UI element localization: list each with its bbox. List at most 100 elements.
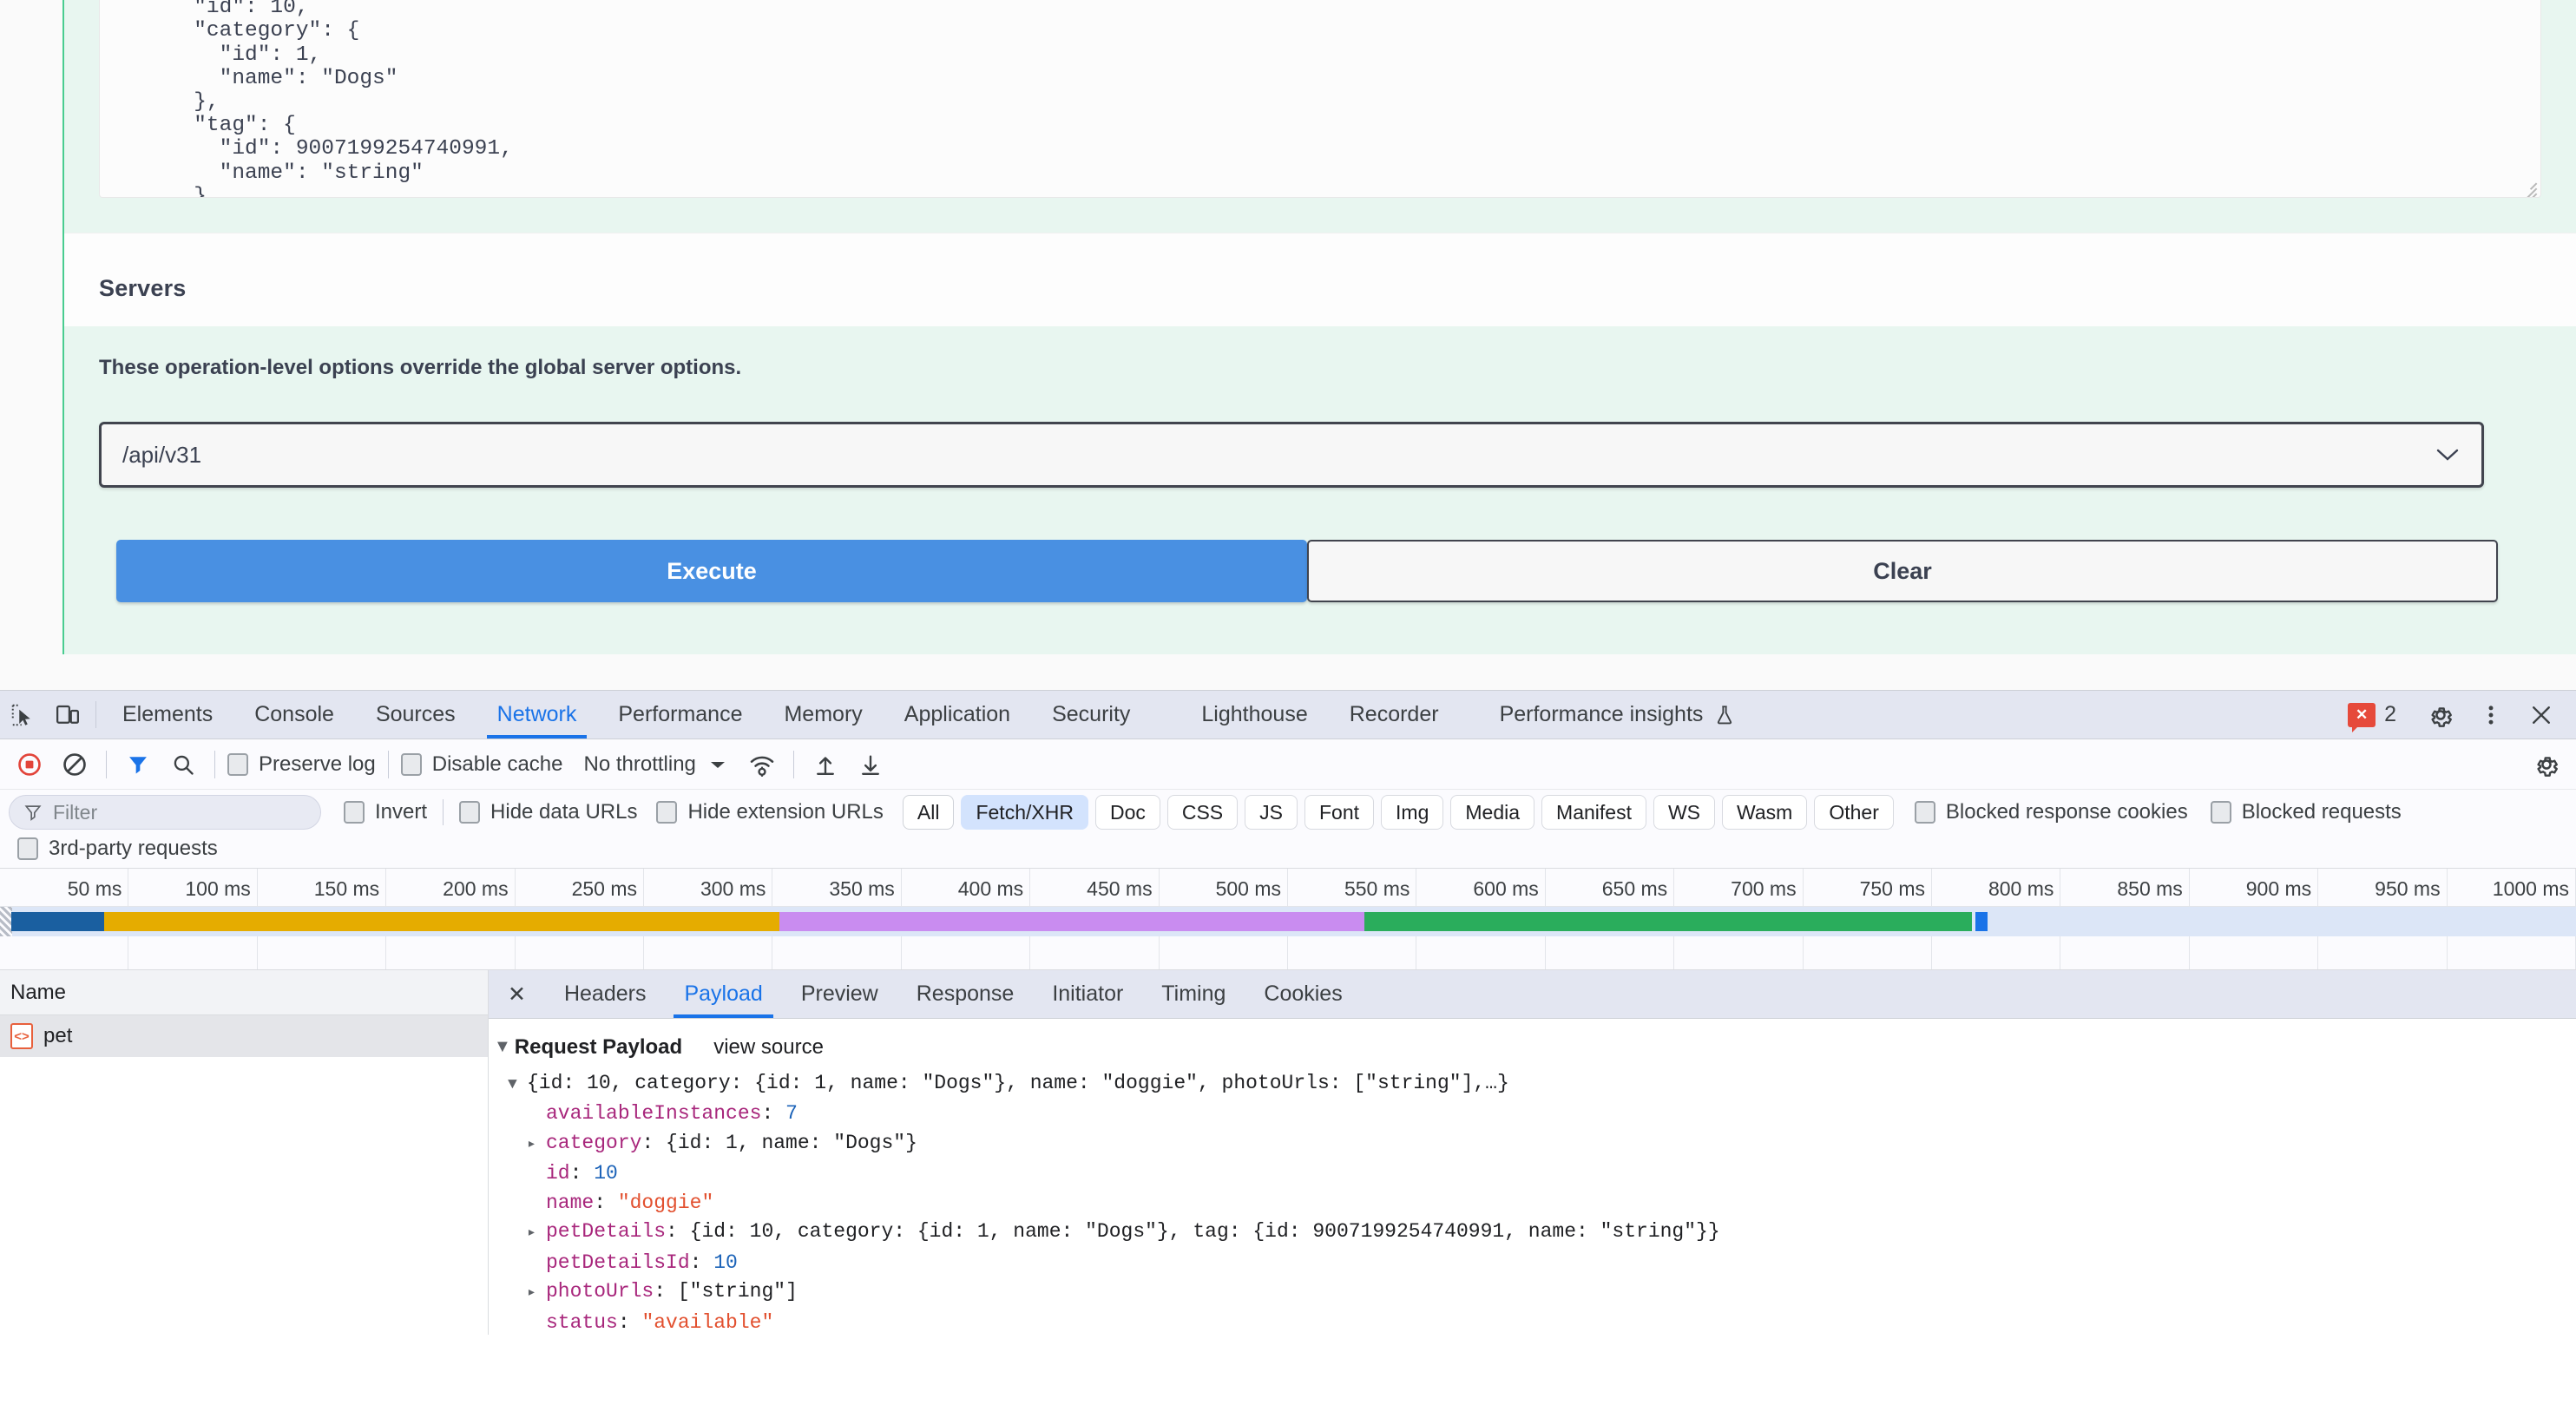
list-item[interactable]: name : "doggie" (527, 1189, 2576, 1218)
tab-console[interactable]: Console (233, 691, 355, 739)
network-conditions-icon[interactable] (739, 739, 785, 790)
list-item[interactable]: petDetailsId : 10 (527, 1249, 2576, 1278)
network-toolbar: Preserve log Disable cache No throttling (0, 739, 2576, 790)
list-item[interactable]: ▸ category : {id: 1, name: "Dogs"} (527, 1129, 2576, 1160)
expand-arrow-icon[interactable]: ▸ (527, 1279, 546, 1309)
list-item[interactable]: status : "available" (527, 1309, 2576, 1336)
kebab-menu-icon[interactable] (2468, 703, 2514, 727)
expand-arrow-icon[interactable]: ▸ (527, 1219, 546, 1249)
timeline-tick: 400 ms (1029, 869, 1030, 907)
request-payload-title-group[interactable]: ▼ Request Payload (494, 1033, 682, 1062)
list-item[interactable]: id : 10 (527, 1159, 2576, 1189)
tab-network[interactable]: Network (476, 691, 598, 739)
type-filter-img[interactable]: Img (1381, 795, 1443, 830)
type-filter-all[interactable]: All (903, 795, 955, 830)
request-payload-title: Request Payload (515, 1033, 682, 1062)
detail-tab-initiator[interactable]: Initiator (1033, 970, 1142, 1018)
timeline-segment-blocked (11, 912, 104, 931)
error-count-badge[interactable]: ✕ 2 (2348, 702, 2396, 727)
list-item[interactable]: availableInstances : 7 (527, 1100, 2576, 1129)
tab-application[interactable]: Application (884, 691, 1031, 739)
gear-icon[interactable] (2418, 702, 2463, 728)
payload-root-summary: {id: 10, category: {id: 1, name: "Dogs"}… (527, 1069, 1509, 1099)
servers-description: These operation-level options override t… (99, 356, 2541, 380)
network-settings-gear-icon[interactable] (2524, 739, 2569, 790)
tab-security[interactable]: Security (1031, 691, 1151, 739)
tab-elements[interactable]: Elements (102, 691, 233, 739)
servers-header: Servers (64, 233, 2576, 326)
list-item[interactable]: ▸ petDetails : {id: 10, category: {id: 1… (527, 1218, 2576, 1249)
type-filter-js[interactable]: JS (1245, 795, 1298, 830)
detail-tab-cookies[interactable]: Cookies (1245, 970, 1361, 1018)
collapse-triangle-icon: ▼ (494, 1033, 511, 1062)
tab-performance[interactable]: Performance (597, 691, 763, 739)
detail-tab-preview[interactable]: Preview (782, 970, 897, 1018)
timeline-tick: 150 ms (385, 869, 386, 907)
detail-tab-response[interactable]: Response (897, 970, 1034, 1018)
tab-recorder[interactable]: Recorder (1329, 691, 1460, 739)
timeline-tick-label: 1000 ms (2493, 877, 2569, 901)
detail-tab-timing[interactable]: Timing (1142, 970, 1245, 1018)
request-body-textarea[interactable]: "petDetails": { "id": 10, "category": { … (99, 0, 2541, 198)
inspect-element-icon[interactable] (0, 691, 45, 739)
third-party-requests-box (17, 837, 38, 860)
detail-tab-payload[interactable]: Payload (665, 970, 781, 1018)
type-filter-other[interactable]: Other (1814, 795, 1894, 830)
import-har-icon[interactable] (803, 739, 848, 790)
disable-cache-checkbox[interactable]: Disable cache (398, 752, 567, 777)
list-item[interactable]: ▸ photoUrls : ["string"] (527, 1277, 2576, 1309)
server-select[interactable]: /api/v31 (99, 422, 2484, 488)
third-party-requests-checkbox[interactable]: 3rd-party requests (14, 837, 221, 861)
export-har-icon[interactable] (848, 739, 893, 790)
throttling-dropdown[interactable]: No throttling (583, 752, 726, 777)
search-icon[interactable] (161, 739, 206, 790)
timeline-gridline (643, 936, 644, 969)
payload-key: petDetails (546, 1218, 666, 1247)
type-filter-font[interactable]: Font (1304, 795, 1374, 830)
detail-tab-headers[interactable]: Headers (545, 970, 666, 1018)
hide-data-urls-checkbox[interactable]: Hide data URLs (456, 800, 641, 824)
type-filter-wasm[interactable]: Wasm (1722, 795, 1807, 830)
filter-funnel-icon[interactable] (115, 739, 161, 790)
blocked-requests-checkbox[interactable]: Blocked requests (2207, 800, 2405, 824)
tab-memory[interactable]: Memory (763, 691, 883, 739)
execute-button[interactable]: Execute (116, 540, 1307, 602)
timeline-gridline (1287, 936, 1288, 969)
type-filter-fetch-xhr[interactable]: Fetch/XHR (961, 795, 1088, 830)
expand-triangle-icon[interactable]: ▼ (508, 1071, 527, 1100)
record-stop-icon[interactable] (7, 739, 52, 790)
type-filter-media[interactable]: Media (1450, 795, 1534, 830)
preserve-log-checkbox[interactable]: Preserve log (224, 752, 379, 777)
textarea-resize-handle[interactable] (2518, 174, 2537, 194)
payload-value: {id: 1, name: "Dogs"} (666, 1129, 917, 1159)
tab-sources[interactable]: Sources (355, 691, 476, 739)
view-source-link[interactable]: view source (713, 1033, 824, 1062)
expand-arrow-icon[interactable]: ▸ (527, 1131, 546, 1160)
timeline-tick-label: 200 ms (443, 877, 508, 901)
type-filter-css[interactable]: CSS (1167, 795, 1238, 830)
clear-network-icon[interactable] (52, 739, 97, 790)
clear-button[interactable]: Clear (1307, 540, 2498, 602)
tab-lighthouse[interactable]: Lighthouse (1180, 691, 1328, 739)
invert-checkbox[interactable]: Invert (340, 800, 430, 824)
hide-extension-urls-checkbox[interactable]: Hide extension URLs (653, 800, 886, 824)
timeline-tick: 450 ms (1159, 869, 1160, 907)
device-toolbar-icon[interactable] (45, 691, 90, 739)
timeline-tick: 200 ms (515, 869, 516, 907)
timeline-tick: 900 ms (2317, 869, 2318, 907)
timeline-tick-label: 950 ms (2375, 877, 2440, 901)
request-detail-panel: ✕ Headers Payload Preview Response Initi… (489, 970, 2576, 1335)
network-overview[interactable]: 50 ms100 ms150 ms200 ms250 ms300 ms350 m… (0, 869, 2576, 969)
payload-root-row[interactable]: ▼ {id: 10, category: {id: 1, name: "Dogs… (508, 1069, 2576, 1100)
timeline-tick-label: 250 ms (572, 877, 637, 901)
close-icon[interactable] (2519, 702, 2564, 728)
table-row[interactable]: <> pet (0, 1015, 488, 1057)
type-filter-ws[interactable]: WS (1653, 795, 1715, 830)
timeline-tick-label: 900 ms (2246, 877, 2311, 901)
detail-close-icon[interactable]: ✕ (489, 970, 545, 1018)
filter-input[interactable]: Filter (9, 795, 321, 830)
type-filter-doc[interactable]: Doc (1095, 795, 1160, 830)
type-filter-manifest[interactable]: Manifest (1541, 795, 1646, 830)
tab-performance-insights[interactable]: Performance insights (1479, 691, 1758, 739)
blocked-response-cookies-checkbox[interactable]: Blocked response cookies (1911, 800, 2192, 824)
